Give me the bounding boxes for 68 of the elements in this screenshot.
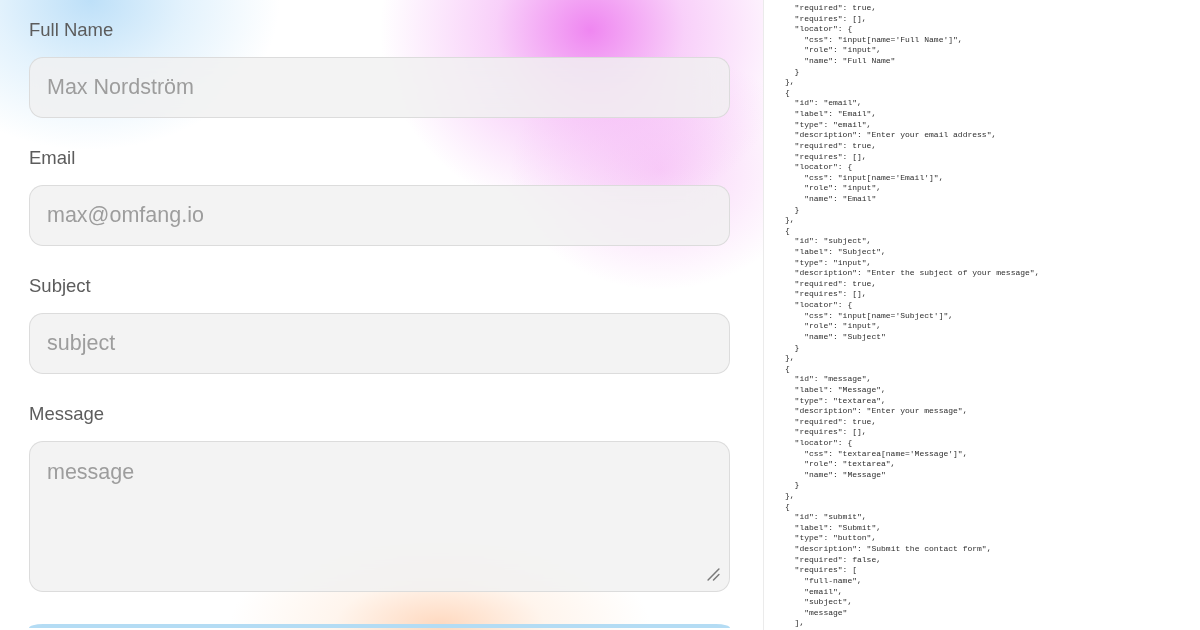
code-line: "full-name", xyxy=(804,575,862,585)
code-line: }, xyxy=(785,215,795,225)
code-line: "description": "Enter the subject of your message", xyxy=(794,268,1040,278)
field-label: Subject xyxy=(29,275,91,297)
code-line: { xyxy=(785,363,790,373)
code-line: { xyxy=(785,225,790,235)
code-line: "id": "submit", xyxy=(794,512,867,522)
code-line: "name": "Message" xyxy=(804,469,886,479)
code-line: "requires": [], xyxy=(794,13,867,23)
code-line: "css": "textarea[name='Message']", xyxy=(804,448,968,458)
code-line: "message" xyxy=(804,607,848,617)
field-label: Full Name xyxy=(29,19,114,41)
code-line: "required": true, xyxy=(794,416,877,426)
code-line: "label": "Email", xyxy=(794,109,877,119)
code-line: "requires": [], xyxy=(794,151,867,161)
code-line: "id": "message", xyxy=(794,374,872,384)
code-line: "name": "Subject" xyxy=(804,331,886,341)
code-line: "requires": [ xyxy=(794,565,858,575)
code-line: "role": "input", xyxy=(804,183,881,193)
code-line: "css": "input[name='Full Name']", xyxy=(804,34,963,44)
code-line: "role": "input", xyxy=(804,45,881,55)
code-line: "label": "Subject", xyxy=(794,247,886,256)
code-line: "id": "email", xyxy=(794,98,862,108)
textarea-field[interactable]: message xyxy=(29,441,730,592)
code-line: "locator": { xyxy=(794,300,853,310)
input-field[interactable]: subject xyxy=(29,313,730,374)
code-line: "description": "Enter your email address", xyxy=(794,130,997,140)
code-line: }, xyxy=(785,77,795,87)
code-line: } xyxy=(794,342,800,352)
resize-handle-icon[interactable] xyxy=(707,568,720,581)
code-line: "required": false, xyxy=(794,554,882,564)
code-line: "locator": { xyxy=(794,438,853,447)
code-line: } xyxy=(794,66,800,76)
code-line: ], xyxy=(794,618,805,628)
code-line: "locator": { xyxy=(794,24,853,34)
code-line: "requires": [], xyxy=(794,289,867,299)
code-line: "label": "Message", xyxy=(794,384,886,394)
code-line: "requires": [], xyxy=(794,427,867,437)
input-field[interactable]: Max Nordström xyxy=(29,57,730,118)
code-line: "css": "input[name='Email']", xyxy=(804,172,944,182)
code-line: "role": "input", xyxy=(804,321,881,331)
code-line: "name": "Full Name" xyxy=(804,56,896,66)
code-line: "email", xyxy=(804,586,843,596)
code-line: "role": "textarea", xyxy=(804,459,896,469)
code-line: "required": true, xyxy=(794,3,877,12)
code-line: "css": "input[name='Subject']", xyxy=(804,310,954,320)
code-line: } xyxy=(794,204,800,214)
code-line: "type": "email", xyxy=(794,119,872,129)
code-line: "type": "button", xyxy=(794,533,877,543)
input-field[interactable]: max@omfang.io xyxy=(29,185,730,246)
code-line: } xyxy=(794,480,800,490)
code-line: "label": "Submit", xyxy=(794,522,882,532)
code-line: { xyxy=(785,501,790,511)
code-line: "description": "Submit the contact form", xyxy=(794,544,992,554)
field-label: Message xyxy=(29,403,105,425)
code-line: "id": "subject", xyxy=(794,236,872,246)
code-line: }, xyxy=(785,491,795,501)
code-line: }, xyxy=(785,353,795,363)
field-label: Email xyxy=(29,147,76,169)
code-line: "required": true, xyxy=(794,140,877,150)
code-line: "type": "textarea", xyxy=(794,395,886,405)
code-line: "description": "Enter your message", xyxy=(794,406,968,416)
code-line: { xyxy=(785,87,790,97)
code-line: "subject", xyxy=(804,597,853,607)
code-line: "name": "Email" xyxy=(804,193,877,203)
code-line: "required": true, xyxy=(794,278,877,288)
code-line: "type": "input", xyxy=(794,257,872,267)
code-line: "locator": { xyxy=(794,162,853,172)
